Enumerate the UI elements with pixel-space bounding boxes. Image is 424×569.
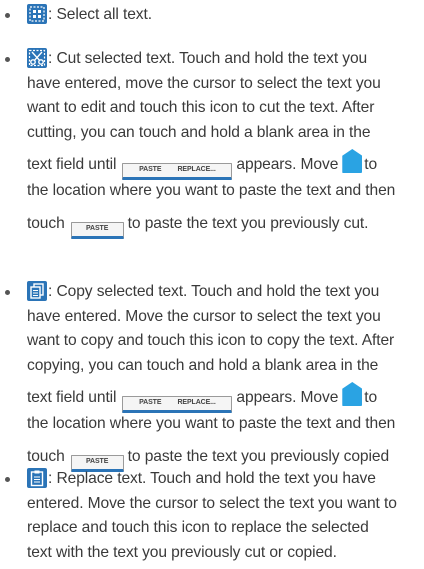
line-text: appears. Move [236,389,339,406]
line-text: : Cut selected text. Touch and hold the … [48,50,368,67]
text-line: : Replace text. Touch and hold the text … [27,467,419,492]
replace-icon [27,468,47,488]
select-all-icon [27,4,47,24]
line-text: to [364,389,378,406]
text-line: have entered, move the cursor to select … [27,74,381,92]
bullet [5,57,10,62]
line-text: : Select all text. [48,6,152,23]
text-line: touch PASTE to paste the text you previous… [27,437,419,472]
text-line: touch PASTE to paste the text you previous… [27,204,419,239]
text-line: cutting, you can touch and hold a blank … [27,123,371,141]
paste-replace-popup-image: PASTE REPLACE... [122,163,233,180]
line-text: to paste the text you previously cut. [127,214,369,232]
text-line: copying, you can touch and hold a blank … [27,356,379,374]
line-text: touch [27,214,65,232]
bullet [5,13,10,18]
line-text: : Copy selected text. Touch and hold the… [48,283,380,300]
item-text: : Replace text. Touch and hold the text … [27,467,419,565]
copy-icon [27,281,47,301]
text-line: replace and touch this icon to replace t… [27,519,369,536]
replace-chip-label: REPLACE... [177,166,216,173]
text-line: text with the text you previously cut or… [27,543,337,561]
line-text: to [364,156,378,173]
text-line: text field until PASTE REPLACE... appears. … [27,145,419,180]
item-text: : Copy selected text. Touch and hold the… [27,280,419,472]
text-line: the location where you want to paste the… [27,415,396,432]
paste-replace-popup-image: PASTE REPLACE... [122,396,233,413]
paste-popup-image: PASTE [70,221,124,239]
cursor-handle-icon [342,149,363,173]
line-text: text field until [27,156,117,173]
cut-icon [27,48,47,68]
text-line: have entered. Move the cursor to select … [27,307,381,325]
line-text: : Replace text. Touch and hold the text … [48,470,376,487]
cursor-handle-icon [342,382,363,406]
text-line: text field until PASTE REPLACE... appears. … [27,378,419,413]
paste-chip-label: PASTE [139,399,162,406]
text-line: want to copy and touch this icon to copy… [27,332,395,349]
paste-chip-label: PASTE [85,224,109,232]
line-text: appears. Move [236,156,339,173]
line-text: touch [27,447,65,465]
text-line: the location where you want to paste the… [27,182,396,199]
help-page: : Select all text. : Cut selected text. … [0,0,424,569]
item-text: : Select all text. [27,3,419,28]
replace-chip-label: REPLACE... [177,399,216,406]
text-line: : Select all text. [27,3,419,28]
bullet [5,477,10,482]
line-text: to paste the text you previously copied [127,447,390,465]
paste-chip-label: PASTE [139,166,162,173]
text-line: entered. Move the cursor to select the t… [27,494,397,512]
item-text: : Cut selected text. Touch and hold the … [27,47,419,239]
text-line: want to edit and touch this icon to cut … [27,99,375,116]
bullet [5,290,10,295]
paste-chip-label: PASTE [85,457,109,465]
line-text: text field until [27,389,117,406]
text-line: : Copy selected text. Touch and hold the… [27,280,419,305]
text-line: : Cut selected text. Touch and hold the … [27,47,419,72]
